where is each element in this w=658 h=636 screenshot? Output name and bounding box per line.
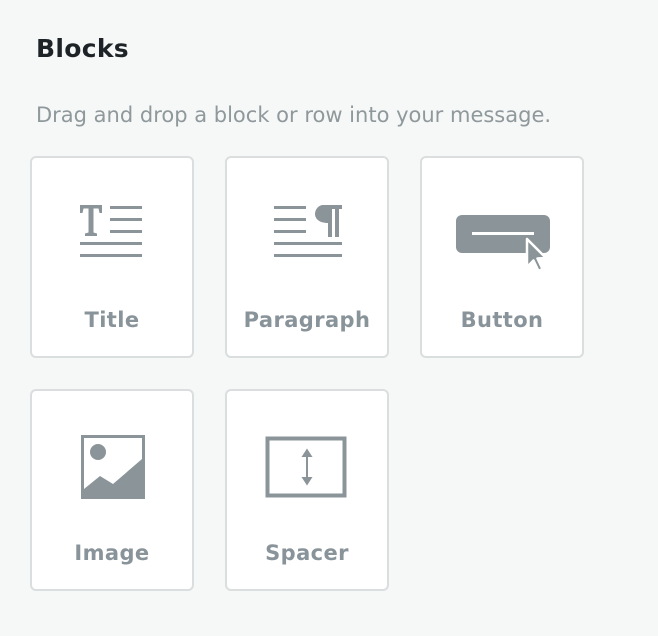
block-paragraph-label: Paragraph [243,308,371,332]
block-image[interactable]: Image [30,389,194,591]
panel-description: Drag and drop a block or row into your m… [36,103,552,127]
block-paragraph[interactable]: Paragraph [225,156,389,358]
title-icon [73,196,151,274]
block-title[interactable]: Title [30,156,194,358]
panel-title: Blocks [36,34,129,63]
blocks-panel: Blocks Drag and drop a block or row into… [0,0,658,636]
block-spacer[interactable]: Spacer [225,389,389,591]
spacer-icon [265,429,347,507]
button-icon [456,196,550,274]
block-image-label: Image [74,541,150,565]
paragraph-icon [268,196,346,274]
block-title-label: Title [84,308,140,332]
image-icon [73,429,151,507]
block-button-label: Button [460,308,544,332]
block-button[interactable]: Button [420,156,584,358]
block-spacer-label: Spacer [265,541,349,565]
